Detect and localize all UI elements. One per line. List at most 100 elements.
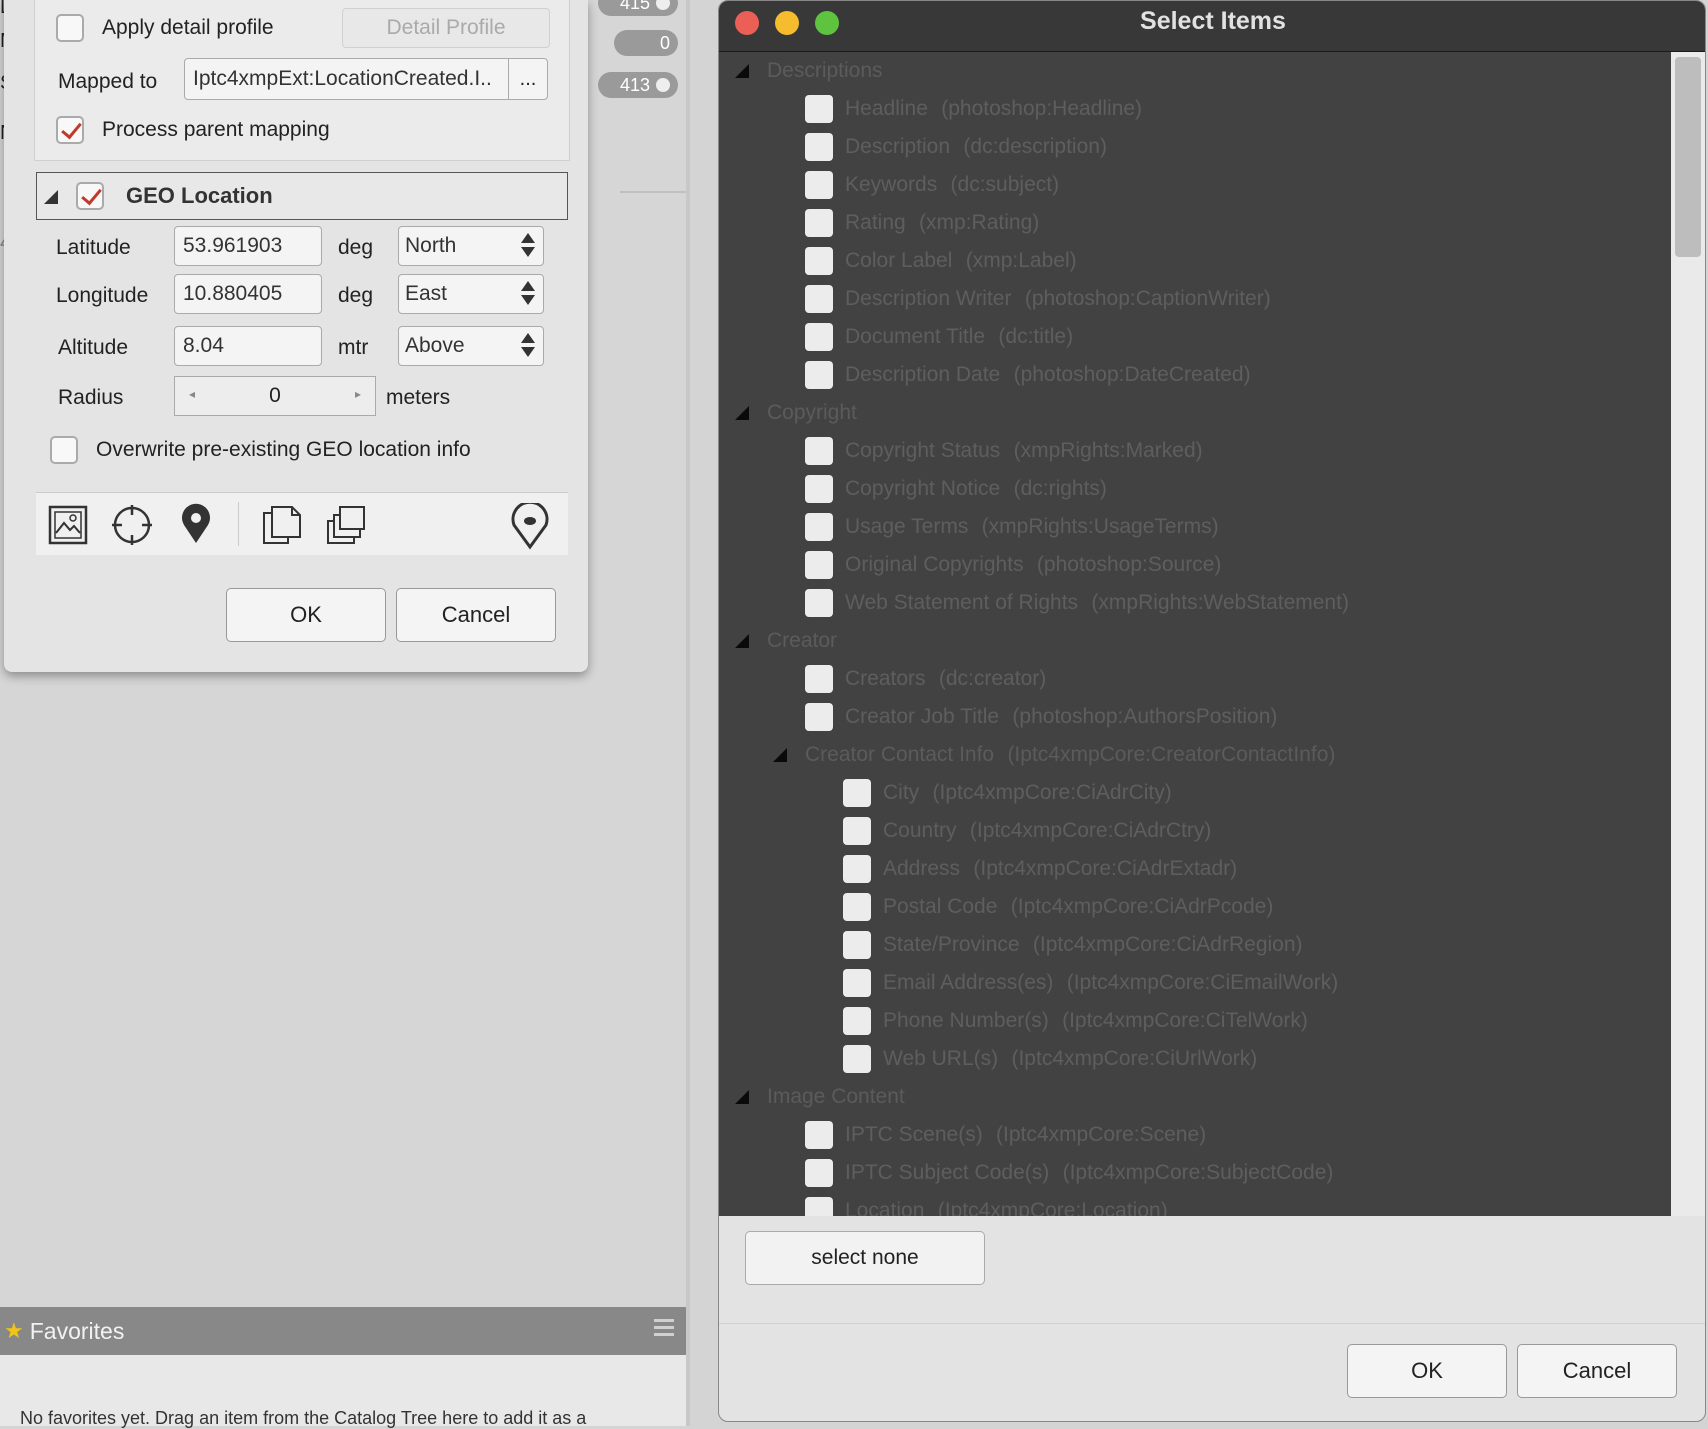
radius-stepper[interactable]: ◂ 0 ▸ [174,376,376,416]
list-item[interactable]: IPTC Subject Code(s) (Iptc4xmpCore:Subje… [805,1154,1333,1192]
scrollbar-thumb[interactable] [1675,57,1701,257]
mapped-to-field[interactable]: Iptc4xmpExt:LocationCreated.I.. [184,58,510,100]
item-checkbox[interactable] [843,931,871,959]
title-bar[interactable]: Select Items [719,1,1705,52]
list-item[interactable]: Location (Iptc4xmpCore:Location) [805,1192,1168,1216]
item-checkbox[interactable] [843,817,871,845]
list-item[interactable]: Phone Number(s) (Iptc4xmpCore:CiTelWork) [843,1002,1308,1040]
list-item[interactable]: Usage Terms (xmpRights:UsageTerms) [805,508,1219,546]
altitude-input[interactable]: 8.04 [174,326,322,366]
disclosure-triangle-icon[interactable] [735,634,749,648]
subgroup-row[interactable]: Creator Contact Info (Iptc4xmpCore:Creat… [773,736,1335,774]
list-item[interactable]: Color Label (xmp:Label) [805,242,1077,280]
menu-icon[interactable] [654,1319,674,1340]
list-item[interactable]: Web URL(s) (Iptc4xmpCore:CiUrlWork) [843,1040,1257,1078]
altitude-direction-select[interactable]: Above [398,326,544,366]
item-checkbox[interactable] [805,551,833,579]
favorites-header[interactable]: ★ Favorites [0,1307,686,1355]
list-item[interactable]: Postal Code (Iptc4xmpCore:CiAdrPcode) [843,888,1273,926]
map-pin-icon[interactable] [174,503,218,547]
latitude-direction-select[interactable]: North [398,226,544,266]
ok-button[interactable]: OK [226,588,386,642]
item-checkbox[interactable] [843,1007,871,1035]
item-label: Web Statement of Rights [845,591,1079,614]
location-pin-icon[interactable] [506,500,550,550]
list-item[interactable]: Country (Iptc4xmpCore:CiAdrCtry) [843,812,1211,850]
list-item[interactable]: City (Iptc4xmpCore:CiAdrCity) [843,774,1172,812]
pane-divider[interactable] [686,0,690,1426]
disclosure-triangle-icon[interactable] [735,406,749,420]
browse-mapping-button[interactable]: ... [508,58,548,100]
list-item[interactable]: IPTC Scene(s) (Iptc4xmpCore:Scene) [805,1116,1206,1154]
detail-profile-button[interactable]: Detail Profile [342,8,550,48]
item-label: Keywords [845,173,938,196]
list-item[interactable]: Creator Job Title (photoshop:AuthorsPosi… [805,698,1277,736]
item-checkbox[interactable] [805,95,833,123]
list-item[interactable]: Email Address(es) (Iptc4xmpCore:CiEmailW… [843,964,1338,1002]
select-none-button[interactable]: select none [745,1231,985,1285]
group-row[interactable]: Creator [735,622,837,660]
item-checkbox[interactable] [805,475,833,503]
copy-multiple-icon[interactable] [324,503,368,547]
disclosure-triangle-icon[interactable] [735,1090,749,1104]
item-checkbox[interactable] [843,855,871,883]
item-checkbox[interactable] [805,171,833,199]
item-checkbox[interactable] [805,361,833,389]
overwrite-geo-checkbox[interactable] [50,436,78,464]
apply-detail-profile-checkbox[interactable] [56,14,84,42]
item-label: Copyright Notice [845,477,1001,500]
longitude-direction-select[interactable]: East [398,274,544,314]
collapse-triangle-icon[interactable] [44,190,58,204]
item-checkbox[interactable] [805,703,833,731]
group-row[interactable]: Copyright [735,394,857,432]
item-checkbox[interactable] [805,513,833,541]
list-item[interactable]: Description Date (photoshop:DateCreated) [805,356,1251,394]
list-item[interactable]: Copyright Status (xmpRights:Marked) [805,432,1203,470]
list-item[interactable]: State/Province (Iptc4xmpCore:CiAdrRegion… [843,926,1303,964]
list-item[interactable]: Address (Iptc4xmpCore:CiAdrExtadr) [843,850,1237,888]
geo-location-checkbox[interactable] [76,182,104,210]
list-item[interactable]: Rating (xmp:Rating) [805,204,1039,242]
item-checkbox[interactable] [805,209,833,237]
disclosure-triangle-icon[interactable] [735,64,749,78]
list-item[interactable]: Keywords (dc:subject) [805,166,1059,204]
item-checkbox[interactable] [843,969,871,997]
increment-arrow-icon[interactable]: ▸ [355,387,361,401]
cancel-button[interactable]: Cancel [1517,1344,1677,1398]
list-item[interactable]: Copyright Notice (dc:rights) [805,470,1107,508]
altitude-unit: mtr [338,336,369,359]
list-item[interactable]: Document Title (dc:title) [805,318,1073,356]
group-row[interactable]: Image Content [735,1078,905,1116]
latitude-input[interactable]: 53.961903 [174,226,322,266]
item-checkbox[interactable] [805,665,833,693]
image-icon[interactable] [46,503,96,553]
item-checkbox[interactable] [805,1197,833,1216]
group-row[interactable]: Descriptions [735,52,883,90]
item-checkbox[interactable] [843,1045,871,1073]
ok-button[interactable]: OK [1347,1344,1507,1398]
list-item[interactable]: Headline (photoshop:Headline) [805,90,1142,128]
item-checkbox[interactable] [843,893,871,921]
longitude-input[interactable]: 10.880405 [174,274,322,314]
crosshair-icon[interactable] [110,503,154,547]
cancel-button[interactable]: Cancel [396,588,556,642]
copy-icon[interactable] [260,503,304,547]
list-item[interactable]: Creators (dc:creator) [805,660,1046,698]
item-checkbox[interactable] [805,323,833,351]
geo-location-header[interactable] [36,172,568,220]
item-checkbox[interactable] [805,285,833,313]
list-item[interactable]: Description Writer (photoshop:CaptionWri… [805,280,1271,318]
item-checkbox[interactable] [805,1121,833,1149]
list-item[interactable]: Description (dc:description) [805,128,1107,166]
item-checkbox[interactable] [805,247,833,275]
list-item[interactable]: Web Statement of Rights (xmpRights:WebSt… [805,584,1349,622]
disclosure-triangle-icon[interactable] [773,748,787,762]
list-item[interactable]: Original Copyrights (photoshop:Source) [805,546,1221,584]
process-parent-mapping-checkbox[interactable] [56,116,84,144]
item-checkbox[interactable] [805,1159,833,1187]
item-checkbox[interactable] [843,779,871,807]
item-checkbox[interactable] [805,437,833,465]
item-checkbox[interactable] [805,133,833,161]
item-checkbox[interactable] [805,589,833,617]
item-key: (dc:creator) [938,667,1047,690]
